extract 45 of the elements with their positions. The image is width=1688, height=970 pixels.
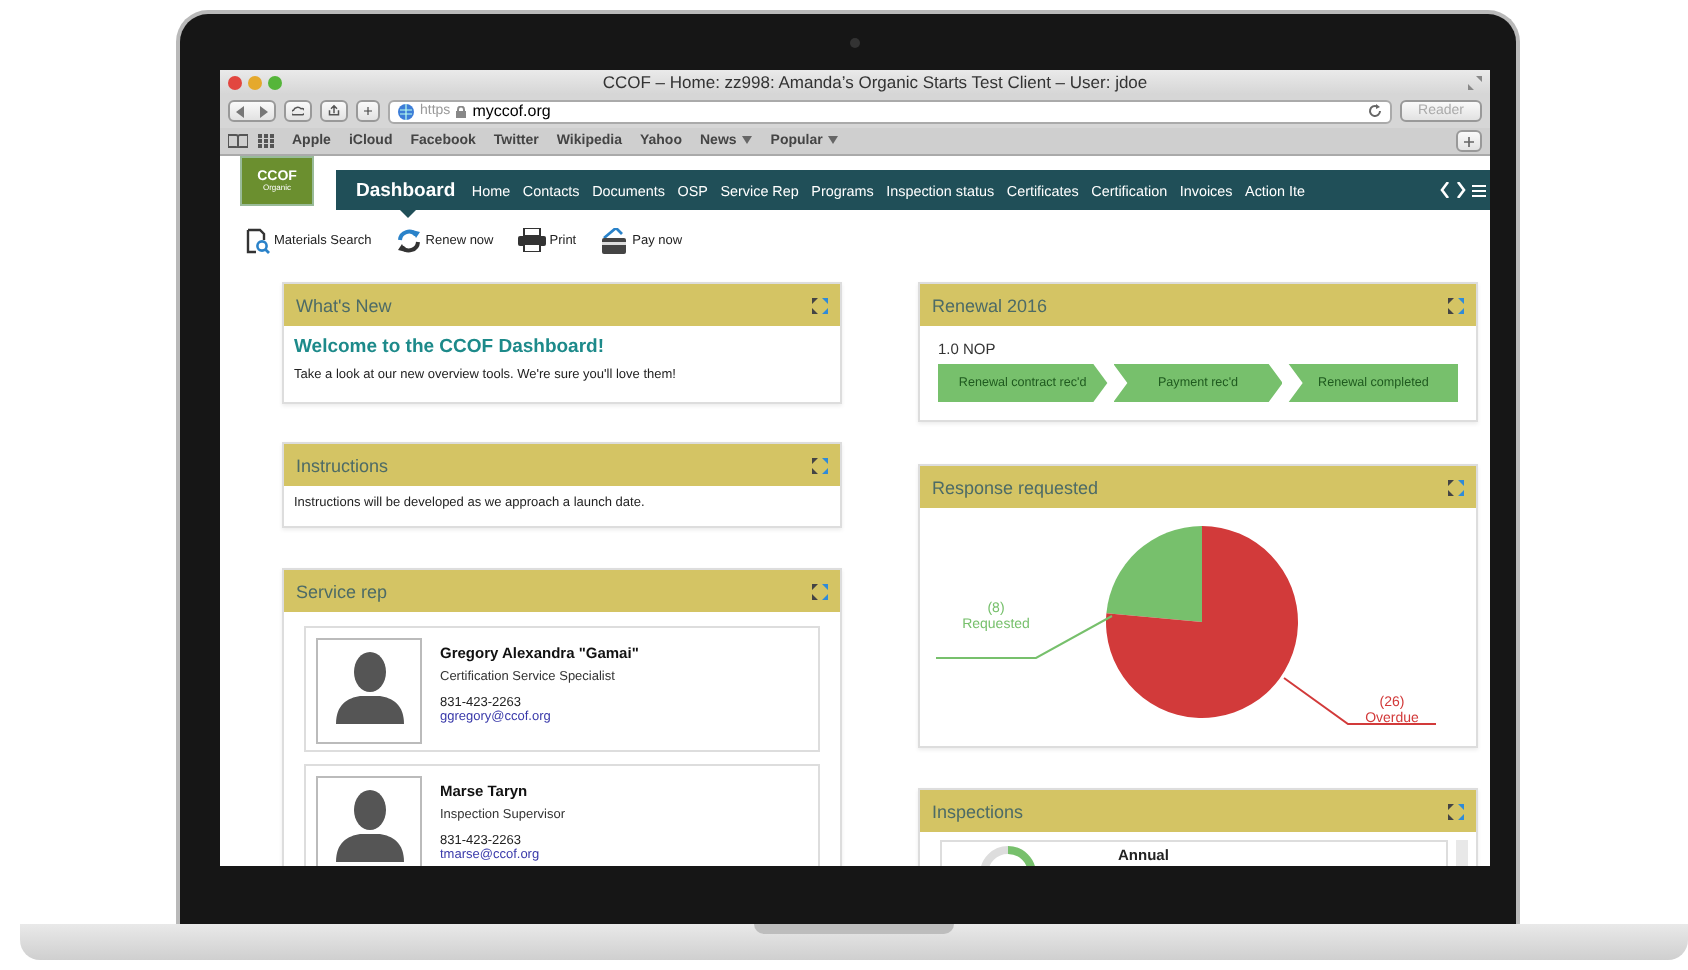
back-forward-button[interactable] (228, 100, 276, 122)
welcome-heading: Welcome to the CCOF Dashboard! (294, 336, 607, 358)
caret-icon (742, 136, 753, 145)
plus-icon (364, 104, 372, 118)
share-button[interactable] (320, 100, 348, 122)
credit-card-icon (600, 227, 629, 253)
menu-icon[interactable] (1472, 183, 1486, 197)
expand-icon[interactable] (812, 583, 828, 599)
window-title: CCOF – Home: zz998: Amanda’s Organic Starts Test Client – User: jdoe (600, 72, 1150, 92)
expand-icon[interactable] (812, 297, 828, 313)
cloud-icon (292, 104, 304, 118)
person-silhouette-icon (335, 786, 403, 862)
grid-icon[interactable] (258, 134, 274, 148)
expand-icon[interactable] (1448, 297, 1464, 313)
refresh-icon (395, 227, 422, 253)
nav-tab[interactable]: Dashboard (356, 170, 456, 226)
panel-title: Response requested (932, 477, 1099, 497)
arrows-icon (236, 105, 268, 117)
share-icon (328, 104, 340, 118)
expand-icon[interactable] (1448, 803, 1464, 819)
document-search-icon (244, 227, 270, 253)
book-icon[interactable] (228, 134, 248, 148)
expand-icon[interactable] (1448, 479, 1464, 495)
lock-icon (456, 105, 467, 117)
person-silhouette-icon (335, 648, 403, 724)
panel-title: Inspections (932, 801, 1024, 821)
history-button[interactable] (284, 100, 312, 122)
close-icon[interactable] (228, 75, 242, 89)
plus-icon (1464, 135, 1474, 147)
expand-icon[interactable] (812, 457, 828, 473)
globe-icon (398, 103, 414, 119)
printer-icon (517, 228, 546, 252)
chevron-right-icon[interactable] (1456, 182, 1466, 198)
panel-title: Renewal 2016 (932, 295, 1048, 315)
url-text: myccof.org (472, 102, 551, 120)
fullscreen-icon[interactable] (1468, 75, 1482, 89)
camera-icon (850, 37, 860, 47)
chevron-left-icon[interactable] (1440, 182, 1450, 198)
new-tab-button[interactable] (356, 100, 380, 122)
caret-icon (828, 136, 839, 145)
panel-title: Instructions (296, 455, 389, 475)
panel-title: What's New (296, 295, 392, 315)
panel-title: Service rep (296, 581, 388, 601)
add-bookmark-button[interactable] (1456, 130, 1482, 152)
reload-icon[interactable] (1368, 104, 1383, 118)
